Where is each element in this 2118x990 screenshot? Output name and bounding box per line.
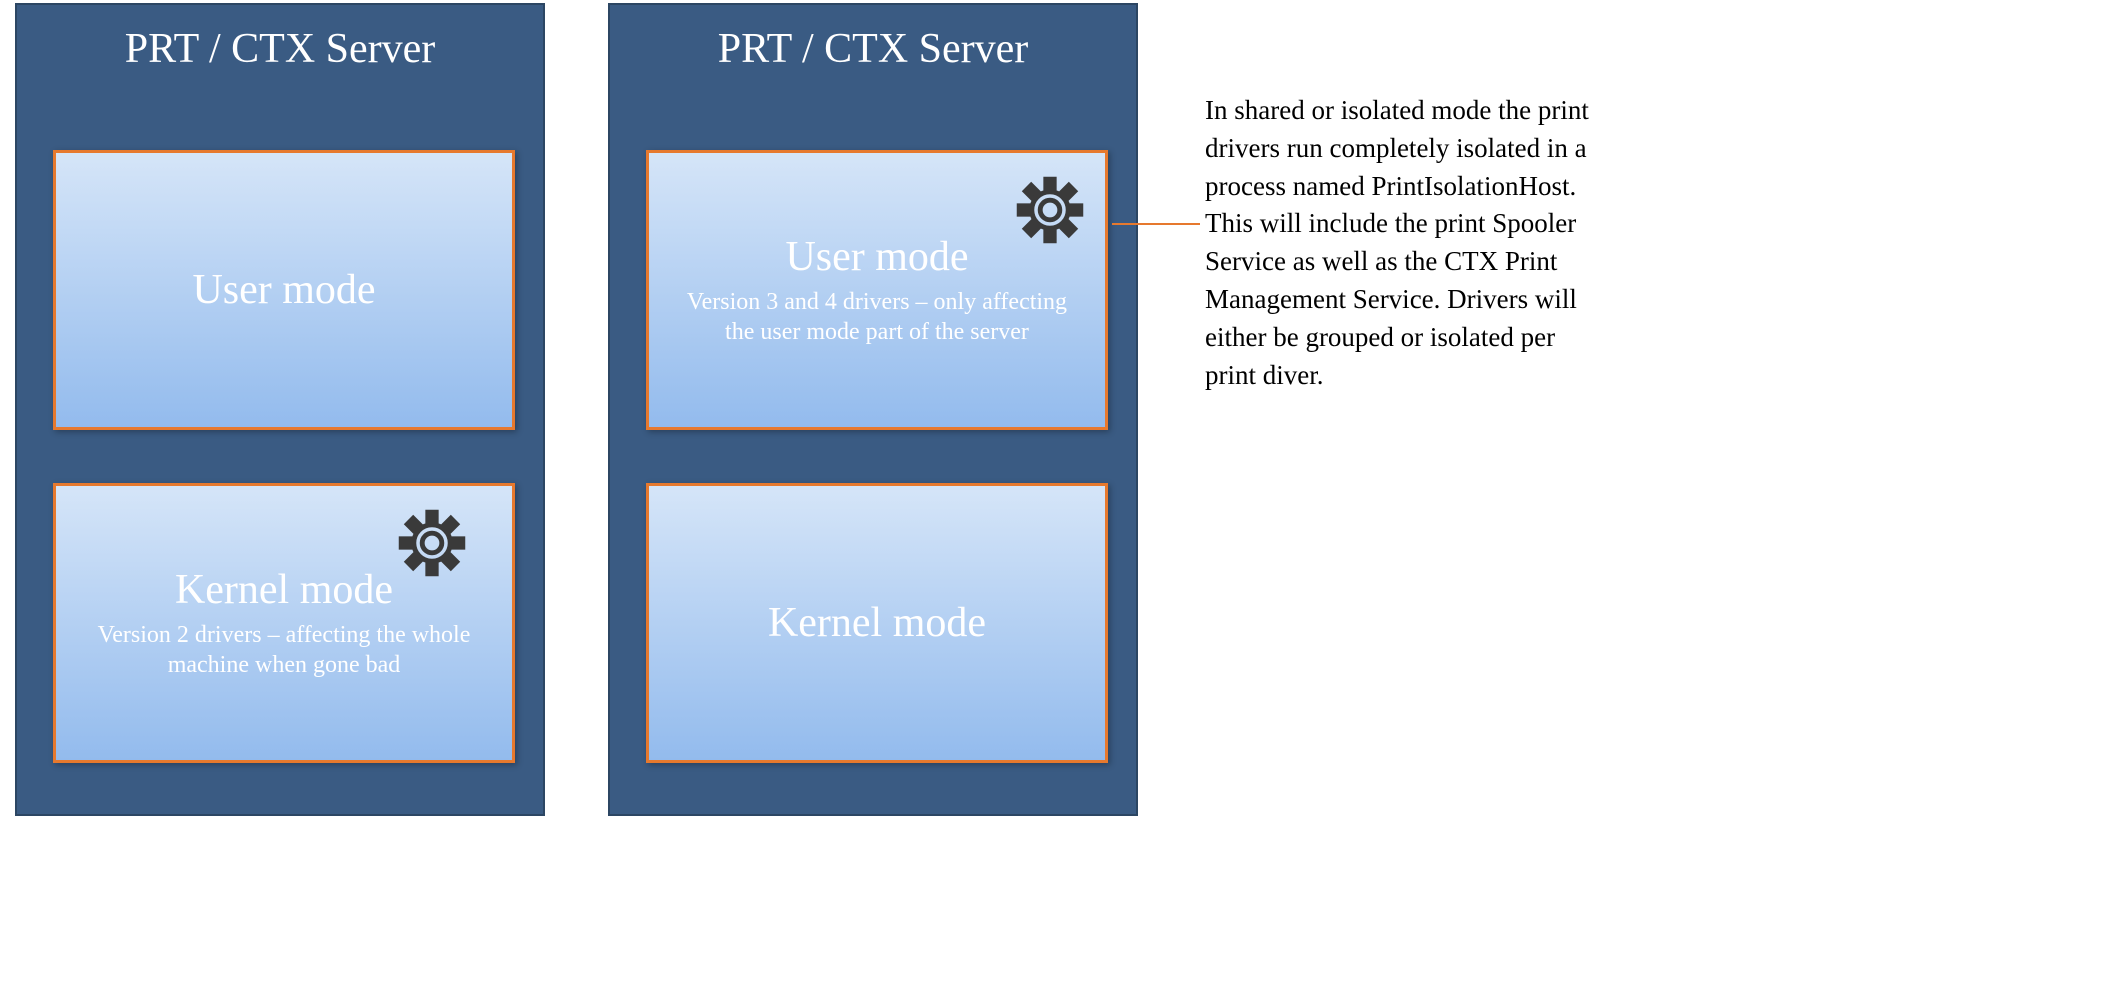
server-1-kernel-mode-subtitle: Version 2 drivers – affecting the whole … [90,620,478,680]
server-1-kernel-mode-title: Kernel mode [90,566,478,614]
server-2-user-mode-title: User mode [683,233,1071,281]
server-1-kernel-mode-box: Kernel mode Version 2 drivers – affectin… [53,483,515,763]
server-1-title: PRT / CTX Server [17,25,543,73]
connector-line [1112,223,1200,225]
server-1-user-mode-box: User mode [53,150,515,430]
server-2-user-mode-subtitle: Version 3 and 4 drivers – only affecting… [683,287,1071,347]
server-1-user-mode-title: User mode [90,266,478,314]
server-2-kernel-mode-title: Kernel mode [683,599,1071,647]
server-2-user-mode-box: User mode Version 3 and 4 drivers – only… [646,150,1108,430]
server-2-title: PRT / CTX Server [610,25,1136,73]
annotation-text: In shared or isolated mode the print dri… [1205,92,1605,394]
server-2-kernel-mode-box: Kernel mode [646,483,1108,763]
server-box-1: PRT / CTX Server User mode [15,3,545,816]
server-box-2: PRT / CTX Server User mode [608,3,1138,816]
